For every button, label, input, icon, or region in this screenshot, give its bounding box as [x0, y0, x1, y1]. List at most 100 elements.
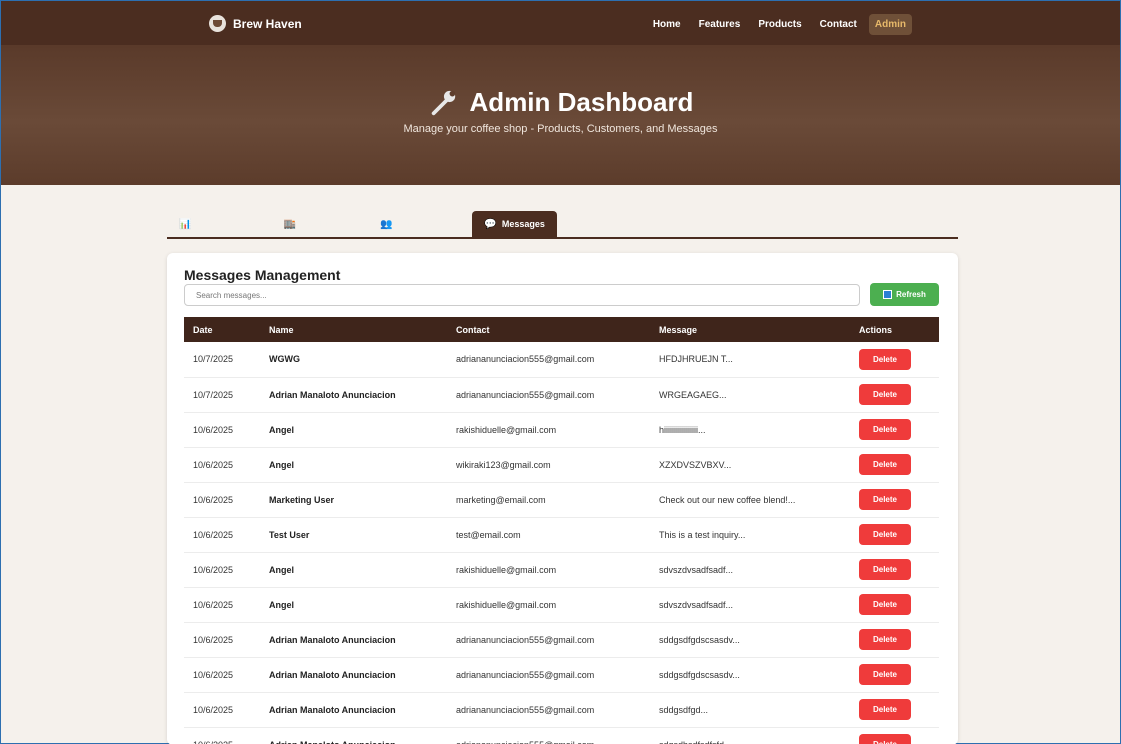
table-row: 10/6/2025Adrian Manaloto Anunciacionadri… — [184, 622, 939, 658]
row-actions: Delete — [859, 552, 939, 588]
table-row: 10/6/2025 Test User test@email.com This is … — [184, 517, 939, 553]
row-date: 10/6/2025 — [184, 657, 269, 693]
col-contact: Contact — [456, 324, 490, 335]
table-row: 10/6/2025 Angel rakishiduelle@gmail.com sdv… — [184, 587, 939, 623]
delete-button[interactable]: Delete — [859, 734, 911, 744]
delete-button[interactable]: Delete — [859, 419, 911, 440]
tab-messages-label: Messages — [501, 219, 545, 229]
row-contact: adriananunciacion555@gmail.com — [456, 622, 659, 658]
row-date: 10/7/2025 — [184, 377, 269, 413]
delete-button[interactable]: Delete — [859, 454, 911, 475]
panel-title: Messages Management — [184, 267, 341, 283]
row-contact: rakishiduelle@gmail.com — [456, 587, 659, 623]
table-row: 10/6/2025 Angel rakishiduelle@gmail.com hii… — [184, 412, 939, 448]
row-contact: marketing@email.com — [456, 482, 659, 518]
building-icon: 🏬 — [283, 218, 296, 230]
row-actions: Delete — [859, 517, 939, 553]
nav-link-admin[interactable]: Admin — [868, 14, 912, 35]
table-row: 10/6/2025 Angel rakishiduelle@gmail.com sdv… — [184, 552, 939, 588]
nav-link-home[interactable]: Home — [647, 14, 687, 35]
message-icon: 💬 — [484, 218, 497, 230]
row-name: Adrian Manaloto Anunciacion — [269, 727, 456, 744]
nav-links: Home Features Products Contact Admin — [647, 14, 912, 35]
row-contact: adriananunciacion555@gmail.com — [456, 727, 659, 744]
refresh-label: Refresh — [896, 290, 926, 299]
row-name: Adrian Manaloto Anunciacion — [269, 692, 456, 728]
delete-button[interactable]: Delete — [859, 664, 911, 685]
row-name: Angel — [269, 447, 456, 483]
brand-name: Brew Haven — [233, 16, 302, 31]
row-actions: Delete — [859, 657, 939, 693]
row-message: hiiiiiiiiiiiiiiiii... — [659, 412, 859, 448]
delete-button[interactable]: Delete — [859, 384, 911, 405]
page-title: Admin Dashboard — [1, 87, 1120, 118]
delete-button[interactable]: Delete — [859, 489, 911, 510]
row-contact: test@email.com — [456, 517, 659, 553]
coffee-cup-icon — [209, 15, 226, 32]
tab-customers[interactable]: 👥 Customers — [368, 211, 456, 237]
row-message: XZXDVSZVBXV... — [659, 447, 859, 483]
tab-dashboard-label: Dashboard — [196, 219, 244, 229]
row-name: Angel — [269, 587, 456, 623]
row-contact: rakishiduelle@gmail.com — [456, 552, 659, 588]
row-message: This is a test inquiry... — [659, 517, 859, 553]
table-row: 10/6/2025 Angel wikiraki123@gmail.com XZXDV… — [184, 447, 939, 483]
row-date: 10/6/2025 — [184, 622, 269, 658]
row-contact: adriananunciacion555@gmail.com — [456, 342, 659, 378]
delete-button[interactable]: Delete — [859, 629, 911, 650]
table-row: 10/6/2025Adrian Manaloto Anunciacionadri… — [184, 657, 939, 693]
refresh-button[interactable]: Refresh — [870, 283, 939, 306]
row-actions: Delete — [859, 447, 939, 483]
delete-button[interactable]: Delete — [859, 348, 911, 370]
tab-messages[interactable]: 💬 Messages — [472, 211, 557, 237]
hero-banner: Admin Dashboard Manage your coffee shop … — [1, 45, 1120, 185]
row-name: Angel — [269, 552, 456, 588]
row-message: sddgsdfgd... — [659, 692, 859, 728]
tab-products[interactable]: 🏬 Products — [271, 211, 351, 237]
row-name: Adrian Manaloto Anunciacion — [269, 377, 456, 413]
row-actions: Delete — [859, 377, 939, 413]
table-body: 10/7/2025 WGWG adriananunciacion555@gmail.… — [184, 342, 939, 744]
chart-icon: 📊 — [179, 218, 192, 230]
nav-link-products[interactable]: Products — [752, 14, 807, 35]
row-date: 10/7/2025 — [184, 342, 269, 378]
brand-logo[interactable]: Brew Haven — [209, 15, 302, 32]
col-name: Name — [269, 324, 294, 335]
table-row: 10/6/2025Adrian Manaloto Anunciacionadri… — [184, 727, 939, 744]
row-date: 10/6/2025 — [184, 692, 269, 728]
row-date: 10/6/2025 — [184, 482, 269, 518]
row-name: Test User — [269, 517, 456, 553]
row-actions: Delete — [859, 727, 939, 744]
refresh-icon — [883, 290, 893, 299]
row-message: sdvszdvsadfsadf... — [659, 552, 859, 588]
row-message: WRGEAGAEG... — [659, 377, 859, 413]
nav-link-features[interactable]: Features — [693, 14, 747, 35]
table-row: 10/6/2025Adrian Manaloto Anunciacionadri… — [184, 692, 939, 728]
row-name: WGWG — [269, 342, 456, 378]
row-contact: adriananunciacion555@gmail.com — [456, 692, 659, 728]
delete-button[interactable]: Delete — [859, 699, 911, 720]
row-contact: adriananunciacion555@gmail.com — [456, 657, 659, 693]
row-date: 10/6/2025 — [184, 552, 269, 588]
table-row: 10/7/2025 WGWG adriananunciacion555@gmail.… — [184, 342, 939, 378]
row-actions: Delete — [859, 412, 939, 448]
delete-button[interactable]: Delete — [859, 594, 911, 615]
delete-button[interactable]: Delete — [859, 524, 911, 545]
col-message: Message — [659, 324, 698, 335]
nav-link-contact[interactable]: Contact — [814, 14, 863, 35]
row-actions: Delete — [859, 482, 939, 518]
row-date: 10/6/2025 — [184, 727, 269, 744]
search-input[interactable] — [184, 284, 860, 306]
tab-customers-label: Customers — [397, 219, 445, 229]
row-message: Check out our new coffee blend!... — [659, 482, 859, 518]
row-name: Angel — [269, 412, 456, 448]
row-message: HFDJHRUEJN T... — [659, 342, 859, 378]
tab-dashboard[interactable]: 📊 Dashboard — [167, 211, 255, 237]
table-row: 10/7/2025 Adrian Manaloto Anunciacion adri… — [184, 377, 939, 413]
row-message: sdvszdvsadfsadf... — [659, 587, 859, 623]
table-header-row: Date Name Contact Message Actions — [184, 317, 939, 342]
row-date: 10/6/2025 — [184, 517, 269, 553]
col-date: Date — [193, 324, 213, 335]
delete-button[interactable]: Delete — [859, 559, 911, 580]
row-contact: wikiraki123@gmail.com — [456, 447, 659, 483]
